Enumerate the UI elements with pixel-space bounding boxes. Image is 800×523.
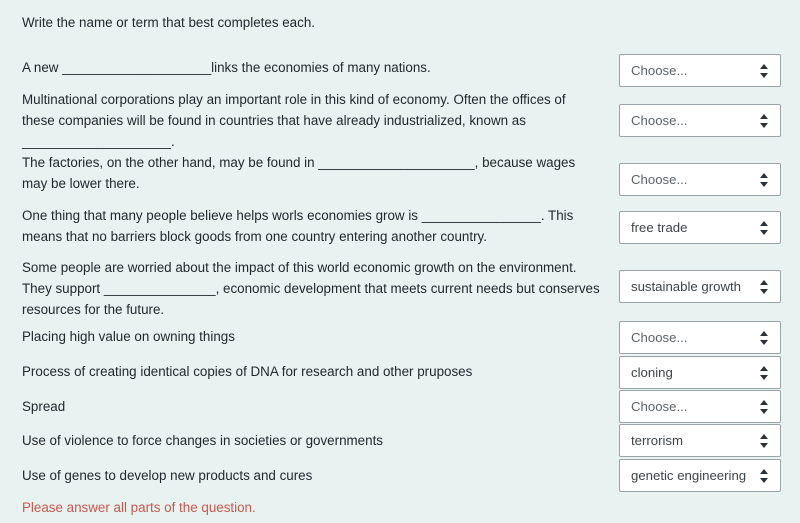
chevron-updown-icon	[754, 111, 774, 131]
prompt-column: Write the name or term that best complet…	[22, 0, 607, 483]
answer-select-9-value: terrorism	[631, 432, 684, 448]
instruction-text: Write the name or term that best complet…	[22, 15, 315, 30]
chevron-updown-icon	[754, 466, 774, 486]
question-text-2: Multinational corporations play an impor…	[22, 92, 566, 149]
answer-select-4-value: free trade	[631, 219, 688, 235]
chevron-updown-icon	[754, 218, 774, 238]
question-text-7: Process of creating identical copies of …	[22, 364, 473, 379]
answer-select-7[interactable]: cloning	[619, 356, 781, 389]
answer-select-5[interactable]: sustainable growth	[619, 270, 781, 303]
chevron-updown-icon	[754, 170, 774, 190]
validation-message: Please answer all parts of the question.	[22, 500, 256, 515]
chevron-updown-icon	[754, 363, 774, 383]
answer-select-6-value: Choose...	[631, 329, 688, 345]
chevron-updown-icon	[754, 328, 774, 348]
answer-select-8-value: Choose...	[631, 398, 688, 414]
chevron-updown-icon	[754, 431, 774, 451]
chevron-updown-icon	[754, 61, 774, 81]
question-text-10: Use of genes to develop new products and…	[22, 468, 313, 483]
chevron-updown-icon	[754, 277, 774, 297]
answer-select-8[interactable]: Choose...	[619, 390, 781, 423]
question-text-3: The factories, on the other hand, may be…	[22, 155, 576, 191]
answer-select-2-value: Choose...	[631, 112, 688, 128]
quiz-form: Write the name or term that best complet…	[0, 0, 800, 523]
answer-select-9[interactable]: terrorism	[619, 424, 781, 457]
question-text-4: One thing that many people believe helps…	[22, 208, 574, 244]
question-text-5: Some people are worried about the impact…	[22, 260, 600, 317]
answer-select-3-value: Choose...	[631, 171, 688, 187]
answer-select-7-value: cloning	[631, 364, 673, 380]
answer-select-2[interactable]: Choose...	[619, 104, 781, 137]
answer-select-6[interactable]: Choose...	[619, 321, 781, 354]
question-text-9: Use of violence to force changes in soci…	[22, 433, 383, 448]
answer-select-10-value: genetic engineering	[631, 467, 747, 483]
answer-select-4[interactable]: free trade	[619, 211, 781, 244]
answer-select-1[interactable]: Choose...	[619, 54, 781, 87]
answer-select-10[interactable]: genetic engineering	[619, 459, 781, 492]
answer-select-5-value: sustainable growth	[631, 278, 741, 294]
answer-select-3[interactable]: Choose...	[619, 163, 781, 196]
answer-select-1-value: Choose...	[631, 62, 688, 78]
question-text-6: Placing high value on owning things	[22, 329, 235, 344]
question-text-8: Spread	[22, 399, 66, 414]
chevron-updown-icon	[754, 397, 774, 417]
question-text-1: A new ____________________links the econ…	[22, 60, 431, 75]
